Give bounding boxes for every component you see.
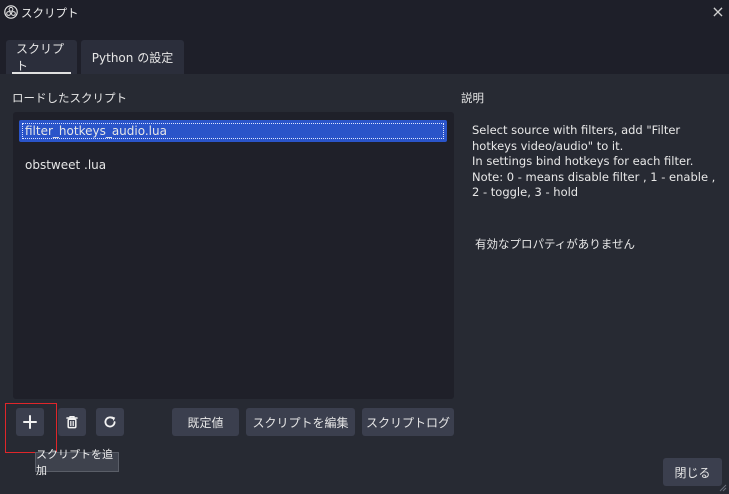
description-line: hotkeys video/audio" to it. bbox=[472, 138, 624, 153]
scripts-panel: ロードしたスクリプト 説明 filter_hotkeys_audio.lua o… bbox=[0, 74, 729, 494]
tab-bar: スクリプト Python の設定 bbox=[0, 40, 729, 74]
description-line: 2 - toggle, 3 - hold bbox=[472, 185, 579, 199]
script-log-button[interactable]: スクリプトログ bbox=[362, 408, 454, 436]
trash-icon bbox=[66, 415, 78, 429]
description-line: Select source with filters, add "Filter bbox=[472, 123, 681, 137]
defaults-button[interactable]: 既定値 bbox=[172, 408, 239, 436]
add-script-tooltip: スクリプトを追加 bbox=[35, 448, 119, 477]
list-item-filter-hotkeys-audio[interactable]: filter_hotkeys_audio.lua bbox=[19, 120, 447, 142]
script-description: Select source with filters, add "Filter … bbox=[472, 123, 722, 201]
edit-script-button[interactable]: スクリプトを編集 bbox=[246, 408, 355, 436]
focus-rectangle bbox=[22, 123, 444, 139]
description-line: Note: 0 - means disable filter , 1 - ena… bbox=[472, 169, 716, 184]
loaded-scripts-list[interactable]: filter_hotkeys_audio.lua obstweet .lua bbox=[13, 112, 454, 399]
refresh-icon bbox=[104, 416, 116, 428]
list-item-obstweet[interactable]: obstweet .lua bbox=[19, 154, 447, 176]
reload-script-button[interactable] bbox=[96, 408, 124, 436]
window-title: スクリプト bbox=[21, 6, 79, 20]
title-bar: スクリプト × bbox=[0, 0, 729, 26]
tab-python-settings[interactable]: Python の設定 bbox=[81, 40, 184, 74]
list-item-label: obstweet .lua bbox=[25, 158, 107, 172]
no-properties-text: 有効なプロパティがありません bbox=[475, 237, 635, 251]
close-button[interactable]: 閉じる bbox=[663, 458, 722, 486]
obs-logo-icon bbox=[4, 5, 18, 19]
window-close-icon[interactable]: × bbox=[711, 2, 725, 22]
remove-script-button[interactable] bbox=[58, 408, 86, 436]
resize-grip-icon[interactable] bbox=[717, 482, 727, 492]
loaded-scripts-label: ロードしたスクリプト bbox=[12, 91, 127, 105]
tab-scripts[interactable]: スクリプト bbox=[6, 40, 77, 74]
description-line: In settings bind hotkeys for each filter… bbox=[472, 154, 694, 168]
description-label: 説明 bbox=[461, 91, 484, 105]
